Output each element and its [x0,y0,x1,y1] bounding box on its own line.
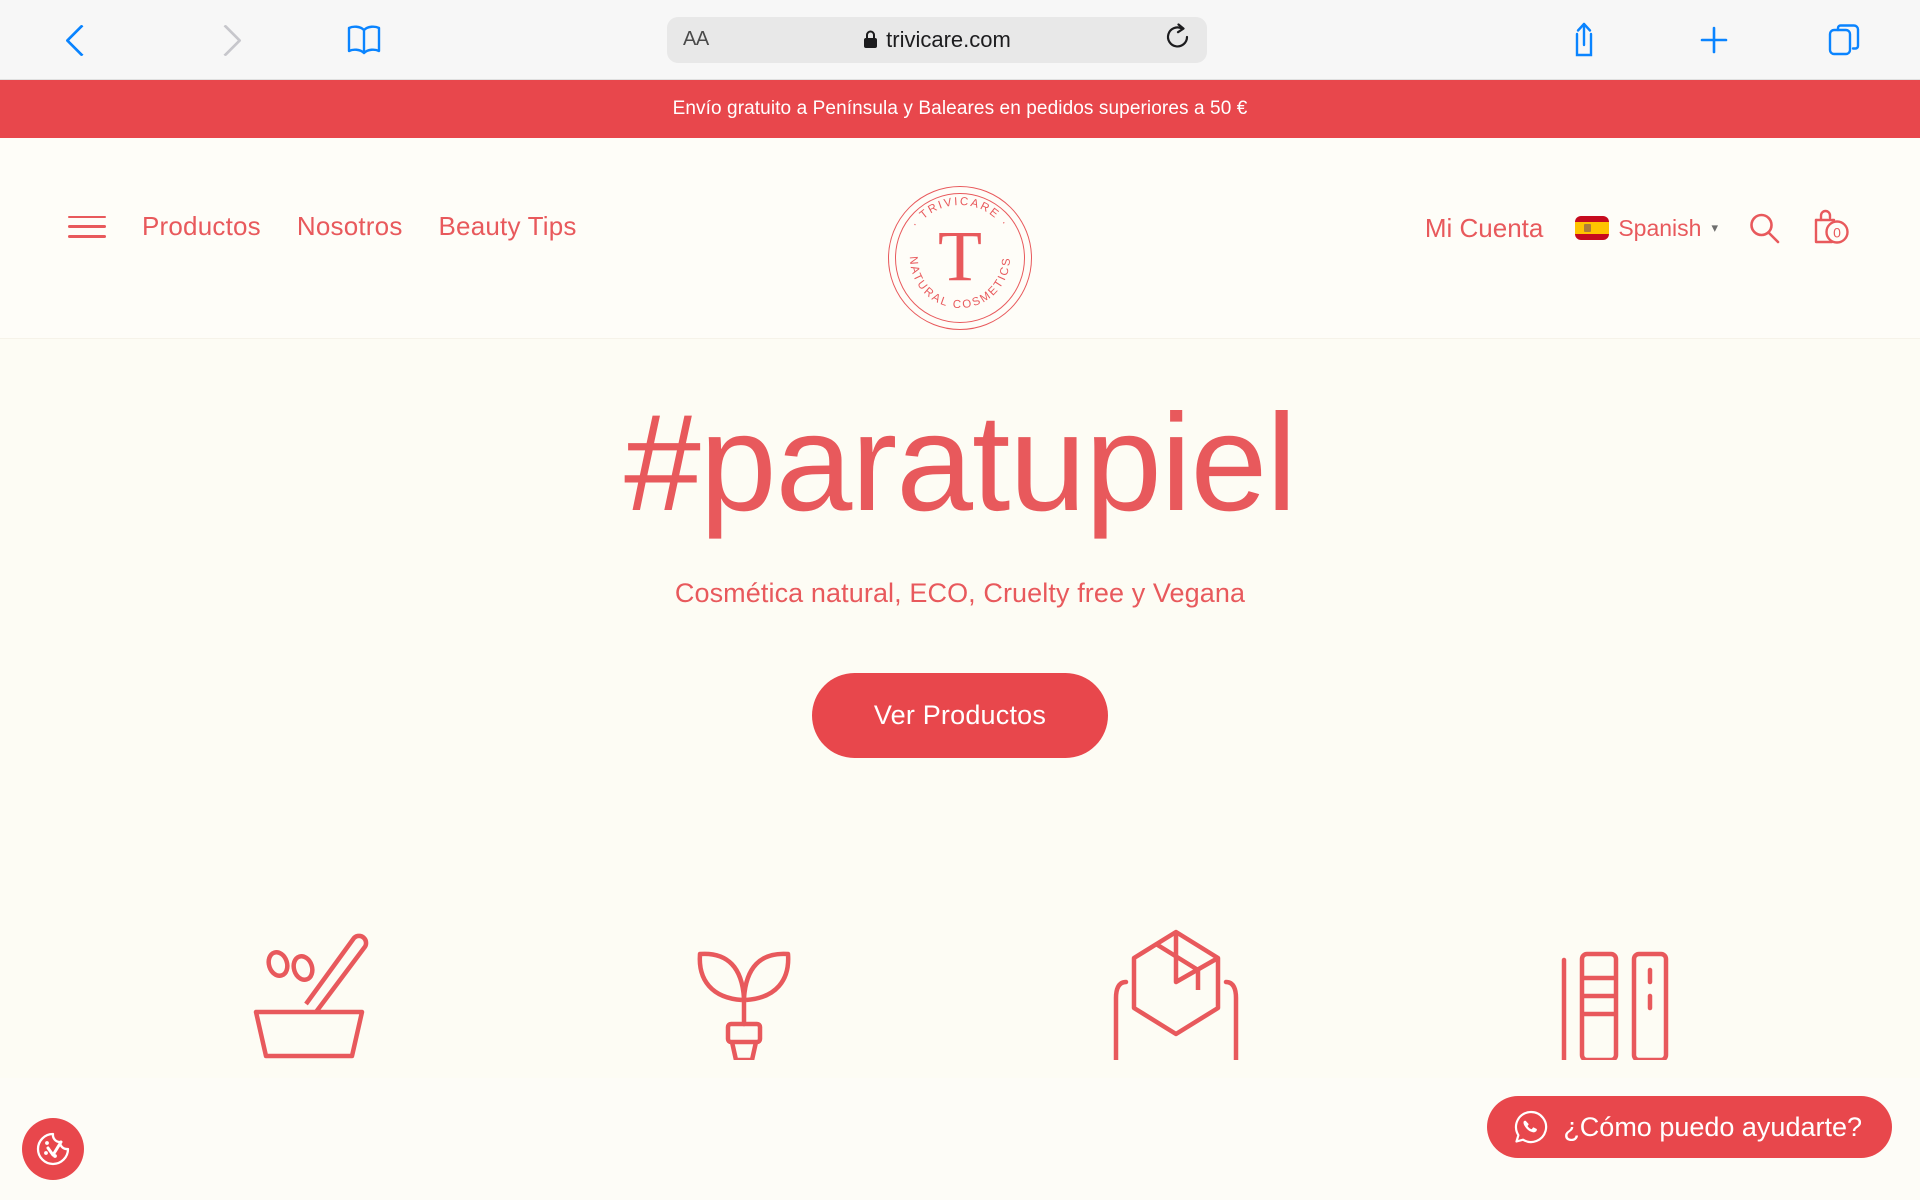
whatsapp-help-button[interactable]: ¿Cómo puedo ayudarte? [1487,1096,1892,1158]
site-header: Productos Nosotros Beauty Tips · TRIVICA… [0,138,1920,338]
cart-count: 0 [1833,225,1841,241]
back-button[interactable] [48,12,104,68]
feature-item-shipping[interactable] [1106,920,1246,1060]
hero-subtitle: Cosmética natural, ECO, Cruelty free y V… [674,577,1246,608]
forward-button[interactable] [192,12,248,68]
chevron-down-icon: ▾ [1711,220,1718,235]
logo-monogram: T [938,216,982,296]
bookmarks-button[interactable] [336,12,392,68]
new-tab-button[interactable] [1686,12,1742,68]
chevron-left-icon [66,22,86,58]
tabs-icon [1828,23,1860,55]
share-button[interactable] [1556,12,1612,68]
browser-toolbar: AA trivicare.com [0,0,1920,80]
search-button[interactable] [1746,210,1782,246]
account-link[interactable]: Mi Cuenta [1425,213,1544,244]
mortar-pestle-icon [253,933,369,1059]
feature-item-natural[interactable] [674,920,814,1060]
feature-item-products[interactable] [1538,920,1678,1060]
box-in-hands-icon [1113,929,1239,1060]
show-tabs-button[interactable] [1816,12,1872,68]
search-icon [1750,213,1780,244]
cart-button[interactable]: 0 [1810,208,1852,248]
shopping-bag-icon: 0 [1814,209,1849,244]
page-root: AA trivicare.com Envío gratuito a Peníns… [0,0,1920,1200]
feature-item-handmade[interactable] [242,920,382,1060]
share-icon [1575,22,1593,56]
whatsapp-help-label: ¿Cómo puedo ayudarte? [1563,1111,1862,1142]
url-text: trivicare.com [886,26,1011,52]
spain-flag-icon [1575,216,1610,240]
reload-icon [1166,23,1189,48]
primary-navigation: Productos Nosotros Beauty Tips [68,211,577,242]
cookie-consent-button[interactable] [22,1118,84,1180]
hero-section: #paratupiel Cosmética natural, ECO, Crue… [0,338,1920,898]
plant-sprout-icon [697,951,791,1060]
product-bottles-icon [1561,951,1669,1060]
text-size-button[interactable]: AA [683,28,709,51]
chevron-right-icon [210,22,230,58]
nav-link-nosotros[interactable]: Nosotros [297,211,403,242]
nav-link-productos[interactable]: Productos [142,211,261,242]
address-bar[interactable]: AA trivicare.com [667,16,1207,63]
hamburger-menu-icon[interactable] [68,213,106,241]
site-logo[interactable]: · TRIVICARE · NATURAL COSMETICS T [888,186,1032,330]
plus-icon [1700,26,1728,53]
view-products-button[interactable]: Ver Productos [811,672,1109,758]
book-icon [347,24,381,54]
nav-link-beauty-tips[interactable]: Beauty Tips [439,211,577,242]
utility-navigation: Mi Cuenta Spanish ▾ 0 [1425,208,1852,248]
lock-icon [864,30,878,48]
language-selector[interactable]: Spanish ▾ [1575,215,1718,242]
hero-title: #paratupiel [624,386,1297,540]
promo-banner: Envío gratuito a Península y Baleares en… [0,80,1920,138]
features-strip [0,898,1920,1078]
promo-banner-text: Envío gratuito a Península y Baleares en… [672,98,1248,119]
language-label: Spanish [1618,214,1702,241]
whatsapp-icon [1515,1110,1548,1144]
reload-button[interactable] [1165,23,1191,56]
cookie-consent-icon [36,1132,70,1166]
